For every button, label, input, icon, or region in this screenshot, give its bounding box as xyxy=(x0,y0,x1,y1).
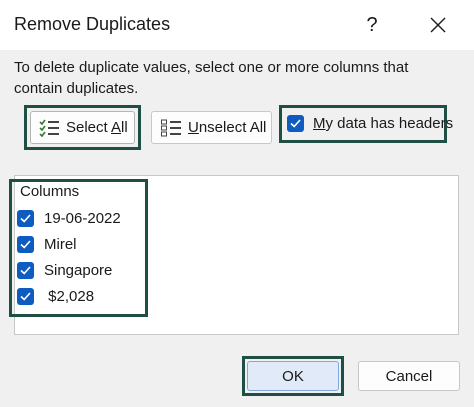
column-item-label: 19-06-2022 xyxy=(44,209,121,227)
unselect-all-icon xyxy=(161,119,181,136)
checkbox-checked-icon xyxy=(17,209,34,227)
select-all-button[interactable]: Select All xyxy=(30,111,135,144)
checkbox-checked-icon xyxy=(17,261,34,279)
title-bar: Remove Duplicates ? xyxy=(0,0,474,50)
headers-checkbox-label: My data has headers xyxy=(313,114,454,132)
unselect-all-button[interactable]: Unselect All xyxy=(151,111,272,144)
columns-header: Columns xyxy=(20,183,80,200)
column-item[interactable]: $2,028 xyxy=(17,284,94,308)
dialog-description: To delete duplicate values, select one o… xyxy=(14,59,409,97)
cancel-button[interactable]: Cancel xyxy=(358,361,460,391)
column-item-label: Singapore xyxy=(44,261,113,279)
dialog-title: Remove Duplicates xyxy=(14,14,171,34)
checkbox-checked-icon xyxy=(17,287,34,305)
close-icon xyxy=(430,17,446,33)
checkbox-checked-icon xyxy=(287,114,304,132)
column-item[interactable]: 19-06-2022 xyxy=(17,206,121,230)
column-item[interactable]: Mirel xyxy=(17,232,77,256)
select-all-icon xyxy=(39,119,59,137)
help-button[interactable]: ? xyxy=(354,8,390,42)
close-button[interactable] xyxy=(420,8,456,42)
ok-button[interactable]: OK xyxy=(247,361,339,391)
column-item-label: $2,028 xyxy=(44,287,95,305)
unselect-all-label: Unselect All xyxy=(188,119,267,136)
column-item[interactable]: Singapore xyxy=(17,258,112,282)
select-all-label: Select All xyxy=(66,119,128,136)
column-item-label: Mirel xyxy=(44,235,77,253)
checkbox-checked-icon xyxy=(17,235,34,253)
headers-checkbox[interactable]: My data has headers xyxy=(287,111,453,135)
